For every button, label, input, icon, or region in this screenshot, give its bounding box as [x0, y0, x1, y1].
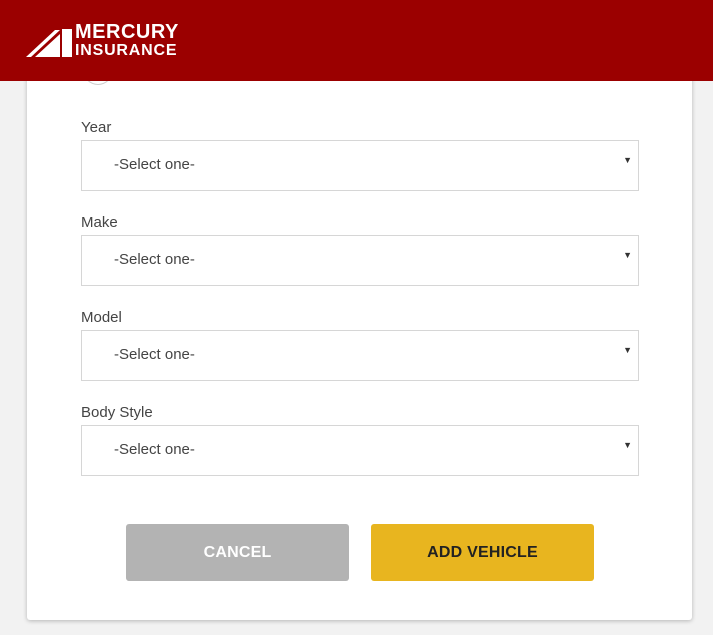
mercury-wing-icon [26, 28, 72, 57]
cancel-button[interactable]: CANCEL [126, 524, 349, 581]
year-label: Year [81, 119, 112, 136]
body-style-select[interactable]: -Select one- ▼ [81, 425, 639, 476]
body-style-label: Body Style [81, 404, 153, 421]
logo-line-mercury: MERCURY [75, 21, 179, 43]
logo-wordmark: MERCURY INSURANCE [75, 22, 179, 59]
mercury-logo[interactable]: MERCURY INSURANCE [26, 22, 179, 59]
chevron-down-icon: ▼ [623, 250, 632, 260]
year-select-value: -Select one- [114, 156, 195, 173]
year-select[interactable]: -Select one- ▼ [81, 140, 639, 191]
model-label: Model [81, 309, 122, 326]
top-header: MERCURY INSURANCE [0, 0, 713, 81]
chevron-down-icon: ▼ [623, 345, 632, 355]
make-select-value: -Select one- [114, 251, 195, 268]
model-select[interactable]: -Select one- ▼ [81, 330, 639, 381]
model-select-value: -Select one- [114, 346, 195, 363]
add-vehicle-button[interactable]: ADD VEHICLE [371, 524, 594, 581]
chevron-down-icon: ▼ [623, 440, 632, 450]
make-label: Make [81, 214, 118, 231]
chevron-down-icon: ▼ [623, 155, 632, 165]
make-select[interactable]: -Select one- ▼ [81, 235, 639, 286]
logo-line-insurance: INSURANCE [75, 42, 178, 59]
body-style-select-value: -Select one- [114, 441, 195, 458]
